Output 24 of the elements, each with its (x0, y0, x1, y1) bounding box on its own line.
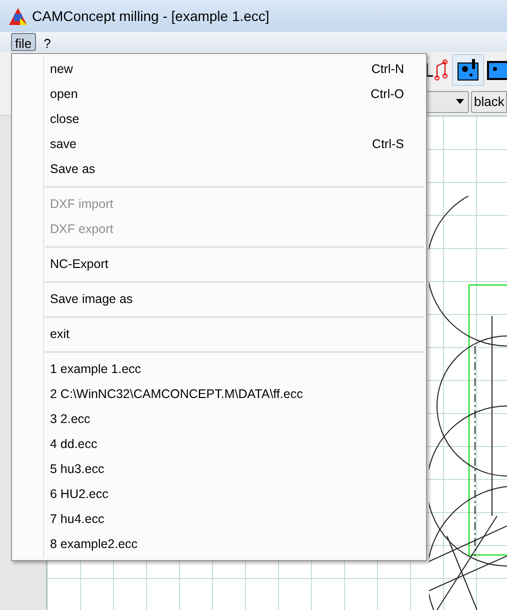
menu-bar-item[interactable]: ? (40, 33, 55, 51)
menu-item[interactable]: new Ctrl-N (12, 57, 426, 82)
menu-item[interactable]: Save as (12, 157, 426, 182)
app-logo-icon (8, 6, 28, 26)
menu-item[interactable]: 6 HU2.ecc (12, 482, 426, 507)
menu-item[interactable]: 5 hu3.ecc (12, 457, 426, 482)
menu-item[interactable]: 8 example2.ecc (12, 532, 426, 557)
caret-icon (456, 99, 464, 104)
pocket-tool-icon[interactable] (487, 59, 507, 81)
menu-item[interactable]: 1 example 1.ecc (12, 357, 426, 382)
window-title: CAMConcept milling - [example 1.ecc] (32, 6, 270, 26)
menu-item[interactable]: 7 hu4.ecc (12, 507, 426, 532)
menu-item[interactable]: 2 C:\WinNC32\CAMCONCEPT.M\DATA\ff.ecc (12, 382, 426, 407)
menu-item[interactable]: Save image as (12, 287, 426, 312)
drill-tool-icon[interactable] (452, 54, 484, 86)
menu-item[interactable]: NC-Export (12, 252, 426, 277)
menu-item[interactable]: 4 dd.ecc (12, 432, 426, 457)
menu-item[interactable]: save Ctrl-S (12, 132, 426, 157)
color-button[interactable]: black (471, 90, 507, 112)
menu-item[interactable]: 3 2.ecc (12, 407, 426, 432)
menu-item[interactable]: exit (12, 322, 426, 347)
menu-item[interactable]: close (12, 107, 426, 132)
menu-item[interactable]: open Ctrl-O (12, 82, 426, 107)
menu-bar-item[interactable]: file (11, 33, 36, 51)
